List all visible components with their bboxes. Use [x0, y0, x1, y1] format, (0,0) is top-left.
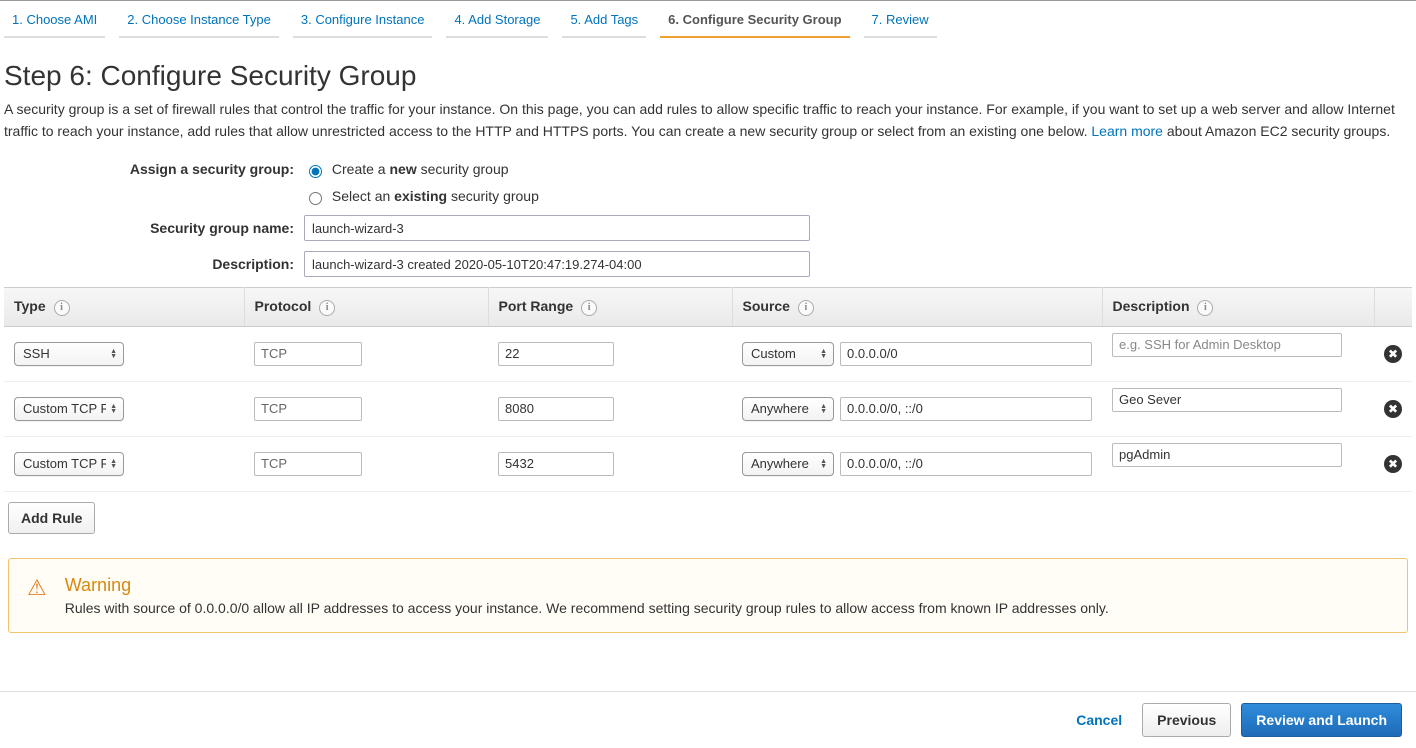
- rules-table: Type i Protocol i Port Range i Source i …: [4, 287, 1412, 491]
- wizard-tab-step-6[interactable]: 6. Configure Security Group: [660, 1, 849, 38]
- wizard-tab-step-7[interactable]: 7. Review: [864, 1, 937, 38]
- radio-select-existing[interactable]: Select an existing security group: [304, 188, 539, 205]
- radio-create-new-input[interactable]: [309, 165, 322, 178]
- remove-rule-icon[interactable]: ✖: [1384, 455, 1402, 473]
- rule-type-select[interactable]: SSH▲▼: [14, 342, 124, 366]
- cancel-button[interactable]: Cancel: [1066, 704, 1132, 736]
- rule-description-input[interactable]: [1112, 333, 1342, 357]
- rule-protocol-input: [254, 342, 362, 366]
- warning-icon: ⚠: [27, 577, 47, 616]
- add-rule-button[interactable]: Add Rule: [8, 502, 95, 534]
- info-icon[interactable]: i: [1197, 300, 1213, 316]
- rule-port-input[interactable]: [498, 452, 614, 476]
- info-icon[interactable]: i: [581, 300, 597, 316]
- radio-select-existing-input[interactable]: [309, 192, 322, 205]
- learn-more-link[interactable]: Learn more: [1091, 123, 1163, 139]
- wizard-tab-step-2[interactable]: 2. Choose Instance Type: [119, 1, 279, 38]
- wizard-tab-step-1[interactable]: 1. Choose AMI: [4, 1, 105, 38]
- rule-description-input[interactable]: [1112, 388, 1342, 412]
- page-title: Step 6: Configure Security Group: [4, 60, 1412, 92]
- info-icon[interactable]: i: [54, 300, 70, 316]
- wizard-tab-step-5[interactable]: 5. Add Tags: [562, 1, 646, 38]
- rule-description-input[interactable]: [1112, 443, 1342, 467]
- page-description: A security group is a set of firewall ru…: [4, 98, 1412, 143]
- radio-create-new[interactable]: Create a new security group: [304, 161, 509, 178]
- wizard-tabs: 1. Choose AMI 2. Choose Instance Type 3. C…: [0, 1, 1416, 38]
- rule-cidr-input[interactable]: [840, 342, 1092, 366]
- review-and-launch-button[interactable]: Review and Launch: [1241, 703, 1402, 737]
- wizard-tab-step-4[interactable]: 4. Add Storage: [446, 1, 548, 38]
- col-header-source: Source i: [732, 288, 1102, 326]
- wizard-tab-step-3[interactable]: 3. Configure Instance: [293, 1, 433, 38]
- table-row: Custom TCP Rule▲▼ Anywhere▲▼ ✖: [4, 436, 1412, 491]
- table-row: Custom TCP Rule▲▼ Anywhere▲▼ ✖: [4, 381, 1412, 436]
- footer: Cancel Previous Review and Launch: [0, 691, 1416, 748]
- col-header-port: Port Range i: [488, 288, 732, 326]
- warning-box: ⚠ Warning Rules with source of 0.0.0.0/0…: [8, 558, 1408, 633]
- rule-cidr-input[interactable]: [840, 397, 1092, 421]
- rule-type-select[interactable]: Custom TCP Rule▲▼: [14, 397, 124, 421]
- rule-source-mode-select[interactable]: Anywhere▲▼: [742, 452, 834, 476]
- security-group-desc-input[interactable]: [304, 251, 810, 277]
- security-group-desc-label: Description:: [4, 256, 304, 272]
- remove-rule-icon[interactable]: ✖: [1384, 400, 1402, 418]
- info-icon[interactable]: i: [319, 300, 335, 316]
- security-group-name-input[interactable]: [304, 215, 810, 241]
- rule-source-mode-select[interactable]: Custom▲▼: [742, 342, 834, 366]
- rule-source-mode-select[interactable]: Anywhere▲▼: [742, 397, 834, 421]
- rule-protocol-input: [254, 452, 362, 476]
- col-header-type: Type i: [4, 288, 244, 326]
- rule-port-input[interactable]: [498, 397, 614, 421]
- remove-rule-icon[interactable]: ✖: [1384, 345, 1402, 363]
- rule-cidr-input[interactable]: [840, 452, 1092, 476]
- rule-port-input[interactable]: [498, 342, 614, 366]
- col-header-protocol: Protocol i: [244, 288, 488, 326]
- col-header-description: Description i: [1102, 288, 1374, 326]
- assign-security-group-label: Assign a security group:: [4, 161, 304, 177]
- rule-type-select[interactable]: Custom TCP Rule▲▼: [14, 452, 124, 476]
- rule-protocol-input: [254, 397, 362, 421]
- previous-button[interactable]: Previous: [1142, 703, 1231, 737]
- warning-title: Warning: [65, 575, 1109, 596]
- warning-text: Rules with source of 0.0.0.0/0 allow all…: [65, 600, 1109, 616]
- info-icon[interactable]: i: [798, 300, 814, 316]
- assign-security-group-row: Assign a security group: Create a new se…: [4, 161, 1412, 178]
- security-group-name-label: Security group name:: [4, 220, 304, 236]
- table-row: SSH▲▼ Custom▲▼ ✖: [4, 326, 1412, 381]
